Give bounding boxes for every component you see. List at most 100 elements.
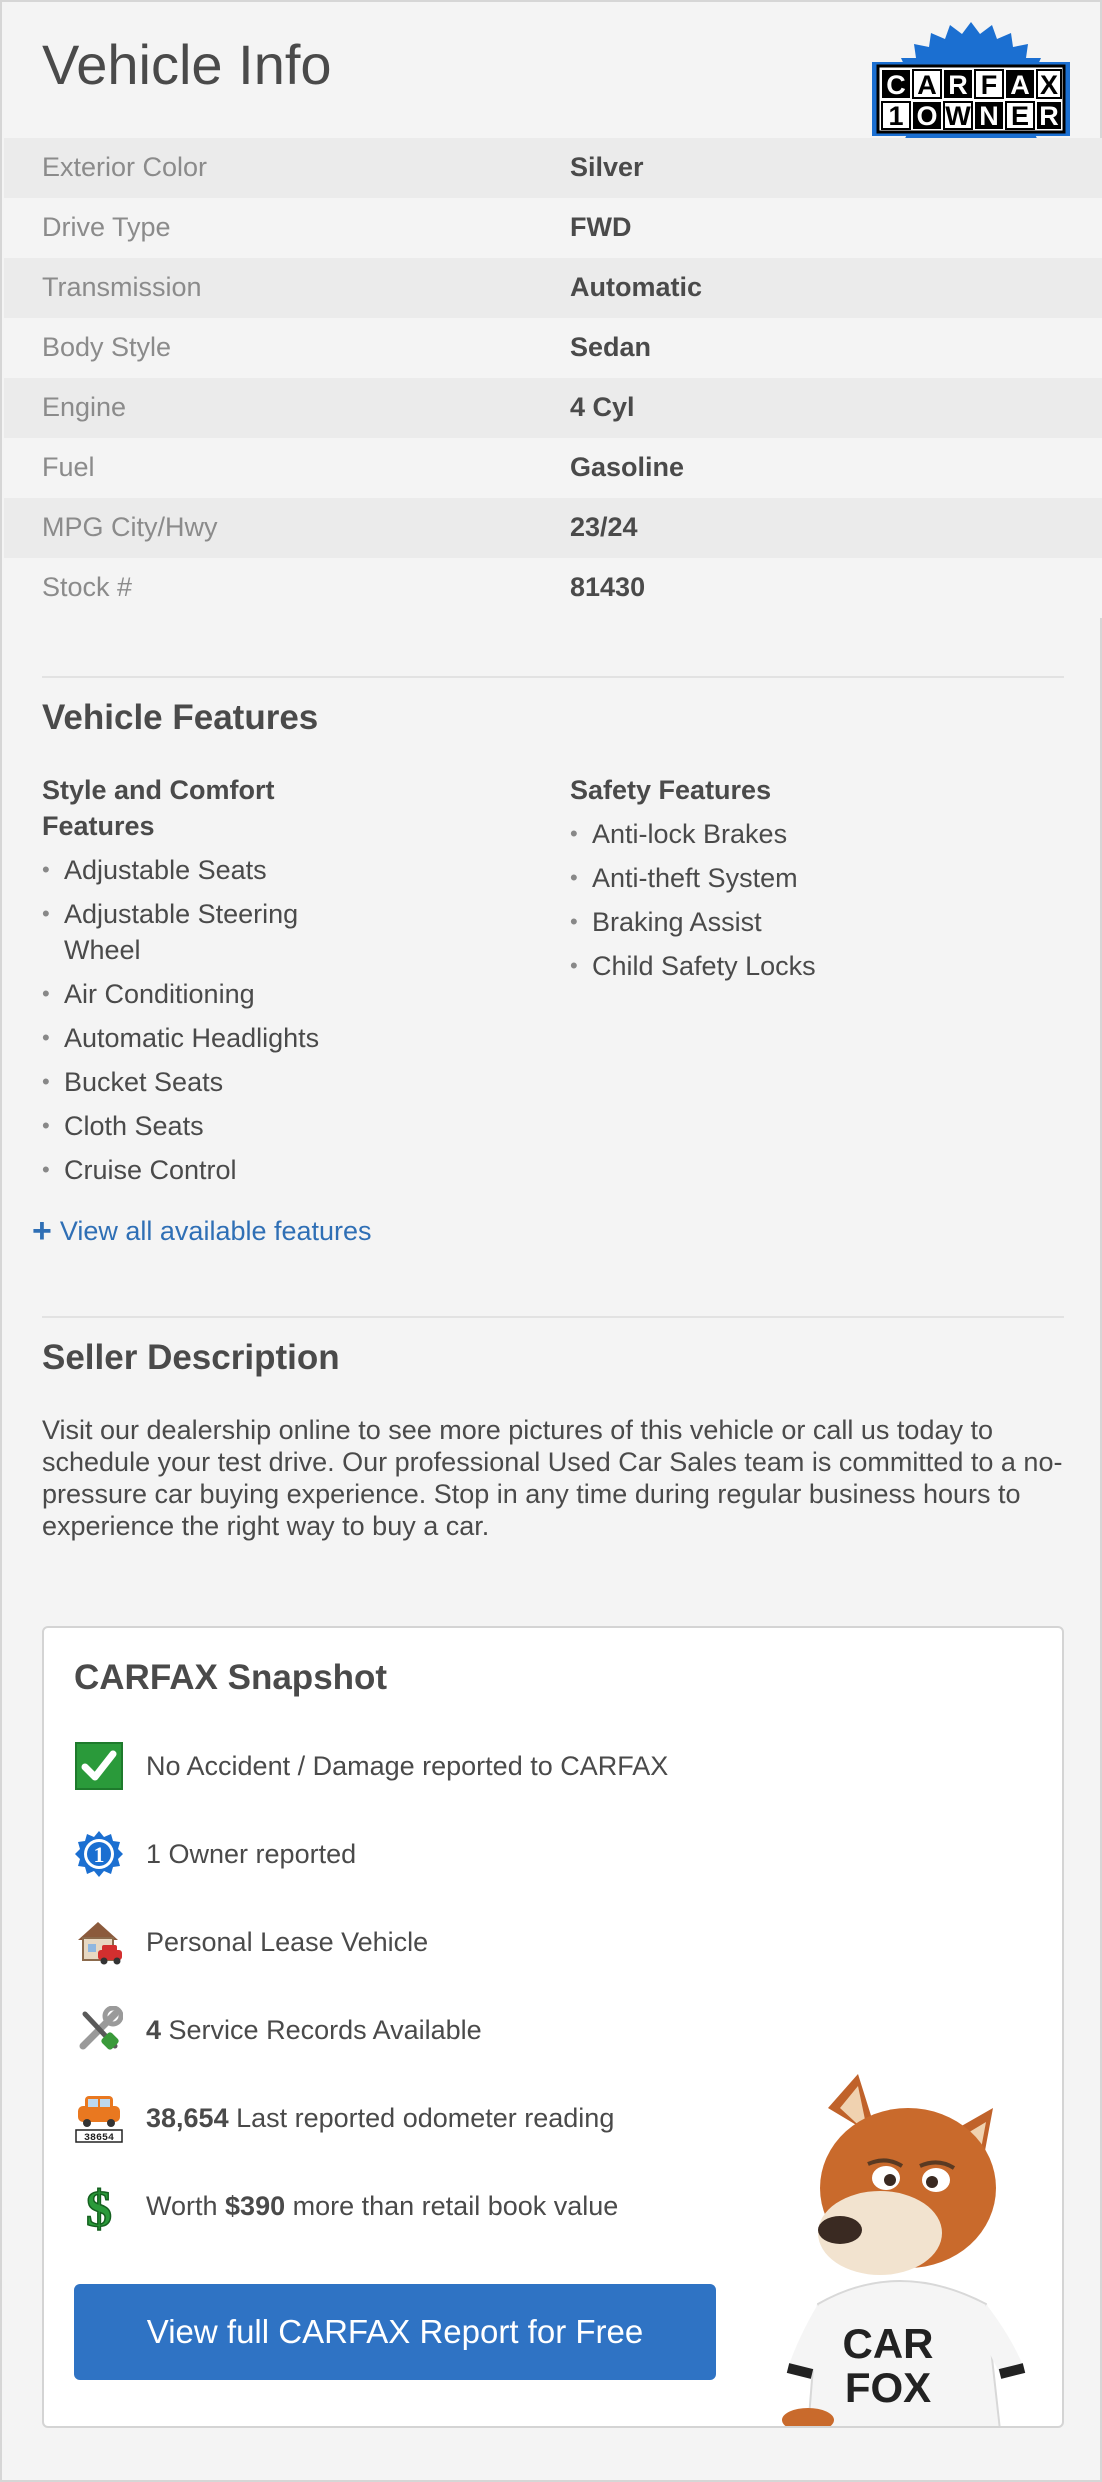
spec-value: 23/24 [570,512,638,542]
spec-row-drive-type: Drive Type FWD [4,198,1102,258]
spec-label: Body Style [42,332,172,362]
svg-text:W: W [945,101,971,131]
comfort-features-heading: Style and Comfort Features [42,772,362,844]
spec-value: Gasoline [570,452,685,482]
spec-label: MPG City/Hwy [42,512,218,542]
spec-row-transmission: Transmission Automatic [4,258,1102,318]
odometer-car-icon: 38654 [74,2090,124,2146]
svg-text:R: R [1039,101,1059,131]
list-item: Adjustable Steering Wheel [42,896,322,968]
vehicle-specs-table: Exterior Color Silver Drive Type FWD Tra… [4,138,1102,618]
safety-features-heading: Safety Features [570,775,772,805]
checkmark-icon [74,1738,124,1794]
svg-text:R: R [948,70,968,100]
service-records-count: 4 [146,2014,162,2045]
odometer-value: 38,654 [146,2102,229,2133]
vehicle-info-panel: Vehicle Info C A R F A X 1 O W N E R Ext… [0,0,1102,2482]
odometer-label: Last reported odometer reading [228,2102,615,2133]
value-amount: $390 [225,2190,286,2221]
svg-text:1: 1 [94,1842,105,1867]
snapshot-row-owners: 1 1 Owner reported [74,1826,356,1882]
comfort-heading-line1: Style and Comfort [42,775,275,805]
seller-description-text: Visit our dealership online to see more … [42,1415,1063,1541]
list-item: Child Safety Locks [570,948,1050,984]
view-all-features-link[interactable]: + View all available features [32,1214,372,1248]
list-item: Cloth Seats [42,1108,362,1144]
snapshot-row-text: Worth $390 more than retail book value [146,2191,618,2222]
svg-text:F: F [981,70,998,100]
spec-value: Sedan [570,332,652,362]
snapshot-row-usage: Personal Lease Vehicle [74,1914,428,1970]
svg-text:A: A [1010,70,1030,100]
carfox-mascot-image: CAR FOX [782,2074,1026,2426]
dollar-icon: $ [74,2178,124,2234]
svg-text:N: N [979,101,999,131]
mascot-shirt-line1: CAR [843,2320,934,2367]
service-records-label: Service Records Available [161,2014,482,2045]
snapshot-row-text: No Accident / Damage reported to CARFAX [146,1750,669,1781]
spec-value: FWD [570,212,632,242]
spec-row-engine: Engine 4 Cyl [4,378,1102,438]
svg-text:$: $ [86,2181,112,2232]
section-divider [42,1316,1064,1318]
snapshot-title: CARFAX Snapshot [74,1658,388,1697]
spec-row-fuel: Fuel Gasoline [4,438,1102,498]
list-item: Bucket Seats [42,1064,362,1100]
spec-value: 81430 [570,572,646,602]
spec-value: 4 Cyl [570,392,635,422]
spec-value: Silver [570,152,644,182]
snapshot-row-no-accident: No Accident / Damage reported to CARFAX [74,1738,668,1794]
spec-label: Drive Type [42,212,171,242]
spec-label: Exterior Color [42,152,208,182]
svg-text:A: A [917,70,937,100]
list-item: Cruise Control [42,1152,362,1188]
mascot-shirt-line2: FOX [845,2364,931,2411]
carfax-snapshot-card: CARFAX Snapshot No Accident / Damage rep… [42,1626,1064,2428]
spec-row-mpg: MPG City/Hwy 23/24 [4,498,1102,558]
list-item: Anti-theft System [570,860,1050,896]
spec-row-body-style: Body Style Sedan [4,318,1102,378]
snapshot-row-odometer: 38654 38,654 Last reported odometer read… [74,2090,614,2146]
spec-label: Stock # [42,572,133,602]
snapshot-row-text: 1 Owner reported [146,1838,357,1869]
safety-features-list: Anti-lock Brakes Anti-theft System Braki… [570,816,1050,984]
spec-row-exterior-color: Exterior Color Silver [4,138,1102,198]
list-item: Anti-lock Brakes [570,816,1050,852]
tools-icon [74,2002,124,2058]
page-title: Vehicle Info [42,33,332,96]
svg-text:O: O [916,101,937,131]
section-divider [42,676,1064,678]
list-item: Air Conditioning [42,976,362,1012]
spec-value: Automatic [570,272,703,302]
seller-description-heading: Seller Description [42,1338,340,1377]
spec-label: Engine [42,392,127,422]
spec-label: Transmission [42,272,202,302]
odometer-digits: 38654 [84,2133,114,2144]
plus-icon: + [32,1212,52,1250]
svg-text:X: X [1040,70,1058,100]
svg-text:C: C [886,70,906,100]
spec-label: Fuel [42,452,95,482]
value-suffix: more than retail book value [285,2190,619,2221]
snapshot-row-value: $ Worth $390 more than retail book value [74,2178,618,2234]
value-prefix: Worth [146,2190,226,2221]
snapshot-row-text: 4 Service Records Available [146,2015,482,2046]
view-carfax-report-button[interactable]: View full CARFAX Report for Free [74,2284,716,2380]
comfort-heading-line2: Features [42,811,155,841]
view-all-features-label: View all available features [59,1215,372,1246]
spec-row-stock-number: Stock # 81430 [4,558,1102,618]
list-item: Automatic Headlights [42,1020,362,1056]
svg-text:E: E [1011,101,1029,131]
house-car-icon [74,1914,124,1970]
snapshot-row-service: 4 Service Records Available [74,2002,482,2058]
snapshot-row-text: Personal Lease Vehicle [146,1926,429,1957]
one-owner-icon: 1 [74,1826,124,1882]
comfort-features-column: Style and Comfort Features Adjustable Se… [42,772,362,1196]
list-item: Braking Assist [570,904,1050,940]
svg-text:1: 1 [888,101,903,131]
comfort-features-list: Adjustable Seats Adjustable Steering Whe… [42,852,362,1188]
features-heading: Vehicle Features [42,698,319,737]
list-item: Adjustable Seats [42,852,362,888]
snapshot-row-text: 38,654 Last reported odometer reading [146,2103,614,2134]
safety-features-column: Safety Features Anti-lock Brakes Anti-th… [570,772,1050,992]
